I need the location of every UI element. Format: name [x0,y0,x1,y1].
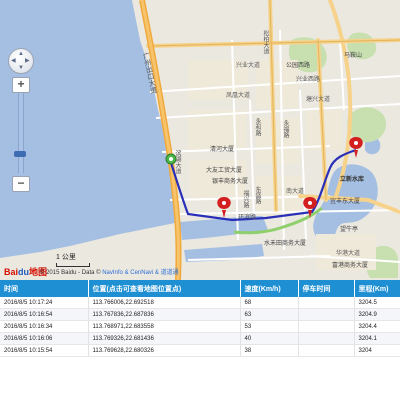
cell-time: 2016/8/5 10:15:54 [0,344,89,357]
cell-mileage: 3204.1 [354,332,400,345]
cell-position[interactable]: 113.768971,22.683558 [88,320,241,333]
cell-time: 2016/8/5 10:17:24 [0,297,89,309]
cell-position[interactable]: 113.769326,22.681436 [88,332,241,345]
cell-mileage: 3204.4 [354,320,400,333]
copyright-prefix: © 2015 Baidu - Data © [40,270,101,276]
map-view[interactable]: 广州出口大道 滨湖大道 松柏大道 兴业大道 兴业西路 凤凰大道 公园西路 马鞍山… [0,0,400,280]
header-position[interactable]: 位置(点击可查看地图位置点) [88,280,241,297]
pan-right-icon[interactable]: ▶ [25,58,30,64]
table-row[interactable]: 2016/8/5 10:15:54 113.769628,22.680326 3… [0,344,400,357]
map-label: 华港大道 [336,250,361,257]
map-label: 塘兴大道 [306,96,331,103]
map-label: 滨湖大道 [174,150,181,174]
logo-du: du [18,267,30,277]
logo-bai: Bai [4,267,19,277]
map-label: 松柏大道 [262,30,269,54]
map-label: 东盛路 [254,186,261,204]
map-label: 大友工贸大厦 [206,167,243,174]
cell-position[interactable]: 113.767836,22.687836 [88,308,241,321]
cell-parking-time [298,344,355,357]
map-copyright: © 2015 Baidu - Data © NavInfo & CenNavi … [40,267,179,276]
scale-label: 1 公里 [56,254,76,261]
map-label: 环滨路 [238,214,257,221]
map-label: 公园西路 [286,62,311,69]
table-row[interactable]: 2016/8/5 10:16:54 113.767836,22.687836 6… [0,308,400,321]
pan-control[interactable]: ▲ ▼ ◀ ▶ [8,48,34,74]
map-label: 福兴路 [242,190,249,208]
header-mileage[interactable]: 里程(Km) [354,280,400,297]
cell-speed: 68 [240,297,299,309]
header-time[interactable]: 时间 [0,280,89,297]
cell-time: 2016/8/5 10:16:34 [0,320,89,333]
pan-up-icon[interactable]: ▲ [18,51,24,57]
zoom-out-button[interactable]: − [12,176,30,192]
table-row[interactable]: 2016/8/5 10:17:24 113.766006,22.692518 6… [0,297,400,309]
table-header-row: 时间 位置(点击可查看地图位置点) 速度(Km/h) 停车时间 里程(Km) [0,280,400,297]
pan-down-icon[interactable]: ▼ [18,65,24,71]
map-label: 清河大厦 [210,146,235,153]
cell-speed: 53 [240,320,299,333]
track-table: 时间 位置(点击可查看地图位置点) 速度(Km/h) 停车时间 里程(Km) 2… [0,280,400,357]
header-speed[interactable]: 速度(Km/h) [240,280,299,297]
table-row[interactable]: 2016/8/5 10:16:06 113.769326,22.681436 4… [0,332,400,345]
map-label: 凤凰大道 [226,92,251,99]
map-navigation-control: ▲ ▼ ◀ ▶ + − [6,48,34,192]
table-row[interactable]: 2016/8/5 10:16:34 113.768971,22.683558 5… [0,320,400,333]
map-label: 水禾田商务大厦 [264,240,307,247]
cell-speed: 38 [240,344,299,357]
map-label: 兴业大道 [236,62,261,69]
pan-left-icon[interactable]: ◀ [11,58,16,64]
cell-mileage: 3204.5 [354,297,400,309]
map-label: 南大道 [286,188,305,195]
cell-time: 2016/8/5 10:16:06 [0,332,89,345]
map-label: 宜丰东大厦 [330,198,361,205]
map-label: 永和路 [254,118,261,136]
map-canvas [0,0,400,280]
map-label: 永福路 [282,120,289,138]
cell-mileage: 3204.9 [354,308,400,321]
header-parking-time[interactable]: 停车时间 [298,280,355,297]
cell-parking-time [298,332,355,345]
copyright-links[interactable]: NavInfo & CenNavi & 道道通 [102,270,178,276]
cell-time: 2016/8/5 10:16:54 [0,308,89,321]
cell-position[interactable]: 113.769628,22.680326 [88,344,241,357]
cell-speed: 40 [240,332,299,345]
zoom-in-button[interactable]: + [12,77,30,93]
map-label: 马鞍山 [344,52,363,59]
cell-speed: 63 [240,308,299,321]
map-label: 富港商务大厦 [332,262,369,269]
cell-parking-time [298,308,355,321]
zoom-slider-handle[interactable] [14,151,26,157]
cell-parking-time [298,297,355,309]
map-label: 望牛亭 [340,226,359,233]
zoom-slider[interactable] [14,93,26,173]
cell-parking-time [298,320,355,333]
map-label: 兴业西路 [296,76,321,83]
map-label: 银丰商务大厦 [212,178,249,185]
map-label: 立新水库 [340,176,365,183]
cell-position[interactable]: 113.766006,22.692518 [88,297,241,309]
map-scale: 1 公里 [56,252,90,267]
cell-mileage: 3204 [354,344,400,357]
